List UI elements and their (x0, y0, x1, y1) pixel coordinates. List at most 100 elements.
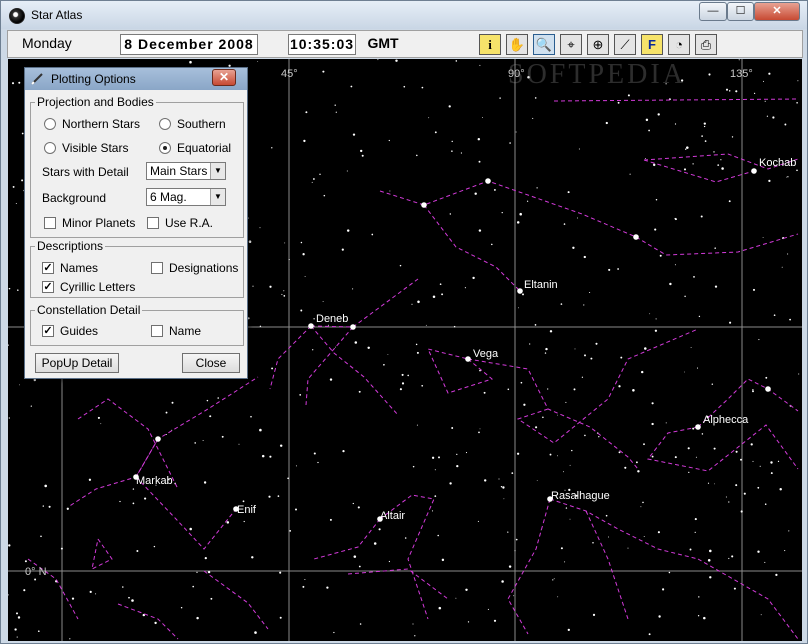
background-star (534, 97, 537, 99)
locate-button[interactable]: ⊕ (587, 34, 609, 55)
bright-star[interactable] (350, 324, 356, 330)
radio-indicator (44, 142, 56, 154)
background-star (401, 382, 405, 385)
telescope-button[interactable]: ⟋ (614, 34, 636, 55)
background-star (322, 300, 324, 302)
bright-star[interactable] (465, 356, 471, 362)
background-star (399, 264, 402, 267)
background-star (569, 464, 571, 466)
background-star (257, 60, 259, 62)
background-star (508, 565, 512, 568)
find-button[interactable]: F (641, 34, 663, 55)
background-star (649, 313, 651, 315)
background-star (8, 287, 11, 290)
print-button[interactable]: ⎙ (695, 34, 717, 55)
radio-visible-label: Visible Stars (62, 141, 129, 155)
background-star (478, 229, 482, 232)
star-label-enif[interactable]: Enif (237, 504, 257, 516)
background-star (189, 60, 192, 64)
background-star (721, 167, 724, 170)
background-star (762, 237, 764, 238)
background-star (434, 495, 437, 497)
background-star (529, 343, 531, 345)
radio-indicator (159, 118, 171, 130)
stars-detail-value: Main Stars (150, 164, 208, 178)
background-star (598, 436, 600, 438)
background-star (565, 401, 567, 403)
star-label-altair[interactable]: Altair (380, 510, 405, 522)
bright-star[interactable] (751, 168, 757, 174)
bright-star[interactable] (421, 202, 427, 208)
background-star (728, 200, 731, 203)
background-star (487, 608, 489, 610)
star-label-alphecca[interactable]: Alphecca (703, 414, 749, 426)
info-button[interactable]: i (479, 34, 501, 55)
background-star (209, 415, 212, 417)
background-star (572, 246, 575, 249)
background-star (136, 550, 139, 552)
background-star (581, 376, 584, 378)
background-star (432, 295, 436, 299)
background-label: Background (42, 191, 107, 205)
background-star (544, 352, 547, 354)
dialog-close-text-button[interactable]: Close (182, 353, 240, 373)
background-star (122, 586, 124, 588)
bright-star[interactable] (485, 178, 491, 184)
clock-button[interactable]: ◔ (668, 34, 690, 55)
checkbox-names[interactable]: ✓ Names (42, 261, 98, 275)
pan-button[interactable]: ✋ (506, 34, 528, 55)
radio-southern[interactable]: Southern (159, 117, 226, 131)
radio-visible-stars[interactable]: Visible Stars (44, 141, 128, 155)
star-label-rasalhague[interactable]: Rasalhague (551, 490, 610, 502)
pen-icon (31, 73, 43, 85)
dialog-title-bar[interactable]: Plotting Options ✕ (25, 68, 247, 90)
checkbox-designations[interactable]: Designations (151, 261, 238, 275)
center-button[interactable]: ⌖ (560, 34, 582, 55)
title-bar[interactable]: Star Atlas — ☐ ✕ (1, 1, 807, 29)
bright-star[interactable] (308, 323, 314, 329)
background-star (441, 558, 445, 562)
minimize-button[interactable]: — (699, 2, 727, 21)
stars-detail-select[interactable]: Main Stars ▼ (146, 162, 226, 180)
maximize-button[interactable]: ☐ (727, 2, 754, 21)
background-star (759, 465, 761, 467)
radio-northern-stars[interactable]: Northern Stars (44, 117, 140, 131)
radio-indicator-selected (159, 142, 171, 154)
background-star (779, 488, 782, 491)
background-star (493, 188, 496, 191)
bright-star[interactable] (517, 288, 523, 294)
star-label-deneb[interactable]: Deneb (316, 313, 348, 325)
bright-star[interactable] (695, 424, 701, 430)
close-window-button[interactable]: ✕ (754, 2, 800, 21)
background-star (207, 570, 211, 574)
star-label-eltanin[interactable]: Eltanin (524, 279, 558, 291)
bright-star[interactable] (155, 436, 161, 442)
date-field[interactable]: 8 December 2008 (120, 34, 258, 55)
time-field[interactable]: 10:35:03 (288, 34, 356, 55)
background-star (563, 471, 564, 473)
popup-detail-button[interactable]: PopUp Detail (35, 353, 119, 373)
timezone-label: GMT (367, 35, 399, 51)
checkbox-use-ra[interactable]: Use R.A. (147, 216, 213, 230)
star-label-kochab[interactable]: Kochab (759, 157, 796, 169)
bright-star[interactable] (765, 386, 771, 392)
checkbox-guides[interactable]: ✓ Guides (42, 324, 98, 338)
background-select[interactable]: 6 Mag. ▼ (146, 188, 226, 206)
bright-star[interactable] (633, 234, 639, 240)
background-star (501, 580, 504, 583)
background-star (371, 233, 374, 236)
checkbox-name[interactable]: Name (151, 324, 201, 338)
background-star (729, 321, 732, 324)
find-icon: F (648, 37, 656, 52)
star-label-markab[interactable]: Markab (136, 475, 173, 487)
background-star (627, 94, 630, 97)
checkbox-minor-planets[interactable]: Minor Planets (44, 216, 135, 230)
zoom-button[interactable]: 🔍 (533, 34, 555, 55)
background-star (165, 411, 168, 414)
dialog-close-button[interactable]: ✕ (212, 69, 236, 86)
background-star (358, 390, 361, 393)
radio-equatorial[interactable]: Equatorial (159, 141, 231, 155)
checkbox-cyrillic[interactable]: ✓ Cyrillic Letters (42, 280, 135, 294)
star-label-vega[interactable]: Vega (473, 348, 499, 360)
background-star (304, 276, 306, 278)
